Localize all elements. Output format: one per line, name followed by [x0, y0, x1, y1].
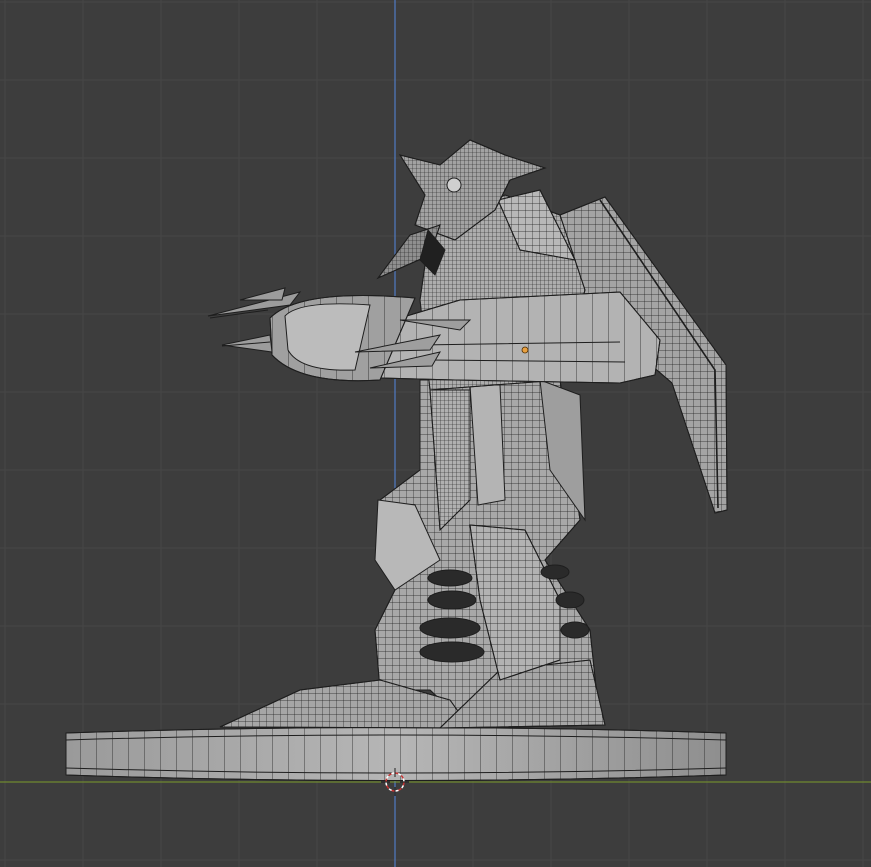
object-origin-dot-icon [521, 346, 529, 354]
3d-viewport[interactable] [0, 0, 871, 867]
legs-mesh[interactable] [219, 379, 606, 729]
